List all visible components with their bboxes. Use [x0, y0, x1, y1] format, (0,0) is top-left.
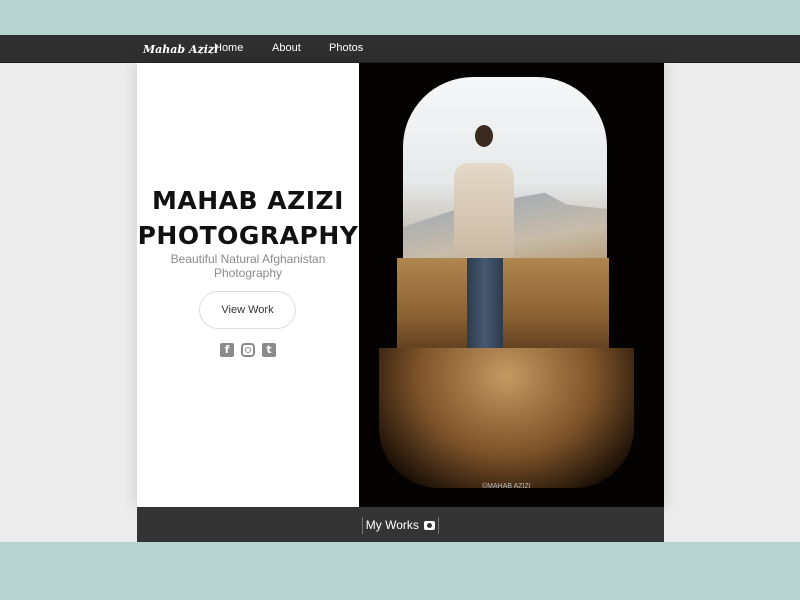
twitter-icon[interactable]: t: [262, 343, 276, 357]
photo-person-legs: [467, 248, 503, 348]
social-links: f t: [137, 343, 359, 357]
hero-card: MAHAB AZIZI PHOTOGRAPHY Beautiful Natura…: [137, 63, 664, 507]
instagram-icon[interactable]: [241, 343, 255, 357]
photo-person-head: [475, 125, 493, 147]
photo-wall: [397, 258, 609, 353]
watermark: ©MAHAB AZIZI: [482, 483, 531, 490]
subtitle: Beautiful Natural Afghanistan Photograph…: [170, 252, 326, 280]
navbar: Mahab Azizi Home About Photos: [0, 35, 800, 63]
photo-person-body: [454, 163, 514, 258]
nav-about[interactable]: About: [272, 42, 301, 54]
hero-photo: ©MAHAB AZIZI: [359, 63, 664, 507]
photo-floor: [379, 348, 634, 488]
page-title: MAHAB AZIZI PHOTOGRAPHY: [137, 186, 359, 250]
page: MAHAB AZIZI PHOTOGRAPHY Beautiful Natura…: [0, 63, 800, 542]
facebook-icon[interactable]: f: [220, 343, 234, 357]
my-works-label: My Works: [365, 518, 419, 532]
hero-text: MAHAB AZIZI PHOTOGRAPHY Beautiful Natura…: [137, 63, 359, 507]
camera-icon: [424, 521, 436, 530]
brand-logo[interactable]: Mahab Azizi: [143, 43, 218, 56]
view-work-button[interactable]: View Work: [199, 291, 296, 329]
footer-bar: My Works: [137, 507, 664, 542]
nav-home[interactable]: Home: [214, 42, 243, 54]
nav-photos[interactable]: Photos: [329, 42, 363, 54]
my-works-link[interactable]: My Works: [362, 517, 439, 534]
